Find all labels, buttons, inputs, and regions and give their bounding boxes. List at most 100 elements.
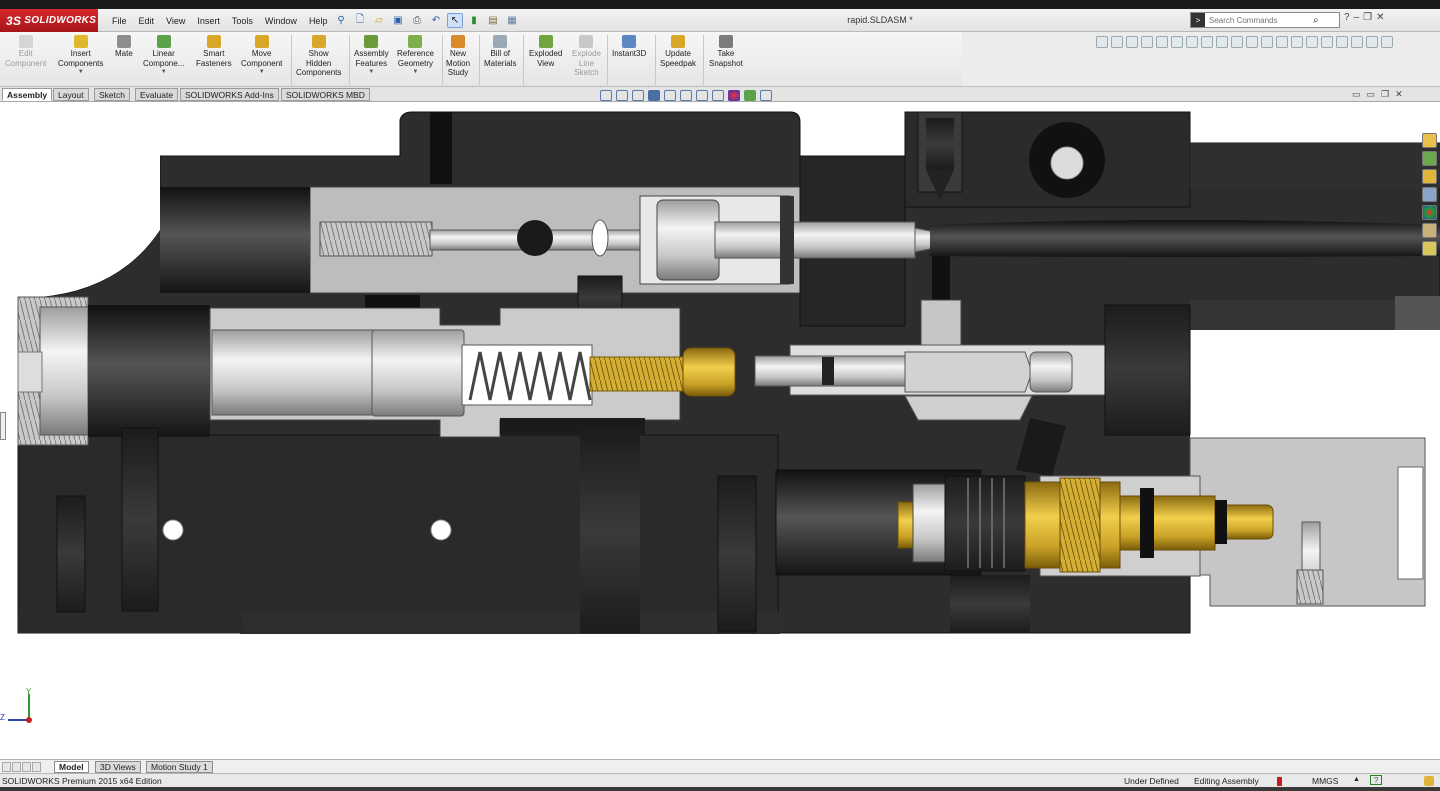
toolbar-icon[interactable] [1321,36,1333,48]
insert-components-button[interactable]: Insert Components ▼ [58,35,103,78]
menu-help[interactable]: Help [303,16,334,26]
toolbar-icon[interactable] [1231,36,1243,48]
tab-model[interactable]: Model [54,761,89,773]
toolbar-icon[interactable] [1096,36,1108,48]
toolbar-icon[interactable] [1381,36,1393,48]
tab-solidworks-add-ins[interactable]: SOLIDWORKS Add-Ins [180,88,279,101]
bill-of-materials-button[interactable]: Bill of Materials [484,35,516,68]
linear-component-pattern-button[interactable]: Linear Compone... ▼ [143,35,184,78]
search-input[interactable] [1205,15,1313,25]
search-icon[interactable]: ⌕ [1313,15,1319,26]
file-explorer-icon[interactable] [1422,187,1437,202]
toolbar-icon[interactable] [1126,36,1138,48]
toolbar-icon[interactable] [1156,36,1168,48]
tools-status-icon[interactable] [1424,776,1434,786]
new-motion-study-button[interactable]: New Motion Study [446,35,470,78]
show-hidden-components-button[interactable]: Show Hidden Components [296,35,341,78]
file-properties-icon[interactable]: ▤ [485,13,501,28]
toolbar-icon[interactable] [1336,36,1348,48]
pin-icon[interactable]: ⚲ [333,13,349,28]
units-system[interactable]: MMGS [1312,776,1338,786]
next-tab-icon[interactable] [22,762,31,772]
toolbar-icon[interactable] [1141,36,1153,48]
open-icon[interactable]: ▱ [371,13,387,28]
viewport-close-icon[interactable]: ✕ [1395,89,1403,100]
rebuild-icon[interactable]: ▮ [466,13,482,28]
spring-chamber[interactable] [209,307,736,438]
undo-icon[interactable]: ↶ [428,13,444,28]
viewport-single-icon[interactable]: ▭ [1352,89,1361,100]
options-icon[interactable]: ▦ [504,13,520,28]
toolbar-icon[interactable] [1171,36,1183,48]
exploded-view-button[interactable]: Exploded View [529,35,562,68]
smart-fasteners-button[interactable]: Smart Fasteners [196,35,232,68]
zoom-to-fit-icon[interactable] [600,90,612,101]
viewport-minimize-icon[interactable]: ▭ [1367,89,1376,100]
edit-component-button[interactable]: Edit Component [5,35,46,68]
forum-icon[interactable] [1422,241,1437,256]
toolbar-icon[interactable] [1291,36,1303,48]
tab-sketch[interactable]: Sketch [94,88,130,101]
menu-window[interactable]: Window [259,16,303,26]
print-icon[interactable]: ⎙ [409,13,425,28]
home-icon[interactable] [1422,133,1437,148]
section-view-model[interactable] [0,103,1440,759]
units-caret-icon[interactable]: ▲ [1353,776,1360,783]
tab-3d-views[interactable]: 3D Views [95,761,141,773]
tab-evaluate[interactable]: Evaluate [135,88,179,101]
new-document-icon[interactable]: 🗋 [352,13,368,28]
appearances-icon[interactable] [1422,205,1437,220]
end-plug[interactable] [17,296,210,446]
viewport-restore-icon[interactable]: ❐ [1381,89,1389,100]
toolbar-icon[interactable] [1276,36,1288,48]
hide-show-items-icon[interactable] [712,90,724,101]
zoom-to-area-icon[interactable] [616,90,628,101]
menu-edit[interactable]: Edit [133,16,161,26]
mate-button[interactable]: Mate [115,35,133,59]
design-library-icon[interactable] [1422,169,1437,184]
first-tab-icon[interactable] [2,762,11,772]
previous-view-icon[interactable] [632,90,644,101]
save-icon[interactable]: ▣ [390,13,406,28]
toolbar-icon[interactable] [1111,36,1123,48]
help-status-icon[interactable]: ? [1370,775,1382,785]
toolbar-icon[interactable] [1351,36,1363,48]
tab-solidworks-mbd[interactable]: SOLIDWORKS MBD [281,88,370,101]
display-style-icon[interactable] [696,90,708,101]
solidworks-resources-icon[interactable] [1422,151,1437,166]
assembly-features-button[interactable]: Assembly Features ▼ [354,35,389,78]
tab-assembly[interactable]: Assembly [2,88,53,101]
rebuild-status-icon[interactable] [1277,777,1282,786]
update-speedpak-button[interactable]: Update Speedpak [660,35,696,68]
menu-view[interactable]: View [160,16,191,26]
close-icon[interactable]: ✕ [1376,12,1384,23]
custom-properties-icon[interactable] [1422,223,1437,238]
help-icon[interactable]: ? [1344,12,1350,23]
menu-file[interactable]: File [106,16,133,26]
view-settings-icon[interactable] [760,90,772,101]
apply-scene-icon[interactable] [744,90,756,101]
toolbar-icon[interactable] [1246,36,1258,48]
feature-manager-toggle[interactable] [0,412,6,440]
previous-tab-icon[interactable] [12,762,21,772]
tab-motion-study-1[interactable]: Motion Study 1 [146,761,213,773]
menu-tools[interactable]: Tools [226,16,259,26]
graphics-area[interactable]: Y Z [0,103,1440,759]
toolbar-icon[interactable] [1186,36,1198,48]
dynamic-annotation-icon[interactable] [664,90,676,101]
toolbar-icon[interactable] [1366,36,1378,48]
solidworks-logo[interactable]: 3S SOLIDWORKS [0,9,98,32]
toolbar-icon[interactable] [1216,36,1228,48]
search-commands[interactable]: > ⌕ [1190,12,1340,28]
toolbar-icon[interactable] [1201,36,1213,48]
minimize-icon[interactable]: – [1354,12,1360,23]
toolbar-icon[interactable] [1306,36,1318,48]
take-snapshot-button[interactable]: Take Snapshot [709,35,743,68]
instant3d-button[interactable]: Instant3D [612,35,646,59]
explode-line-sketch-button[interactable]: Explode Line Sketch [572,35,601,78]
select-icon[interactable]: ↖ [447,13,463,28]
menu-insert[interactable]: Insert [191,16,226,26]
toolbar-icon[interactable] [1261,36,1273,48]
last-tab-icon[interactable] [32,762,41,772]
reference-geometry-button[interactable]: Reference Geometry ▼ [397,35,434,78]
